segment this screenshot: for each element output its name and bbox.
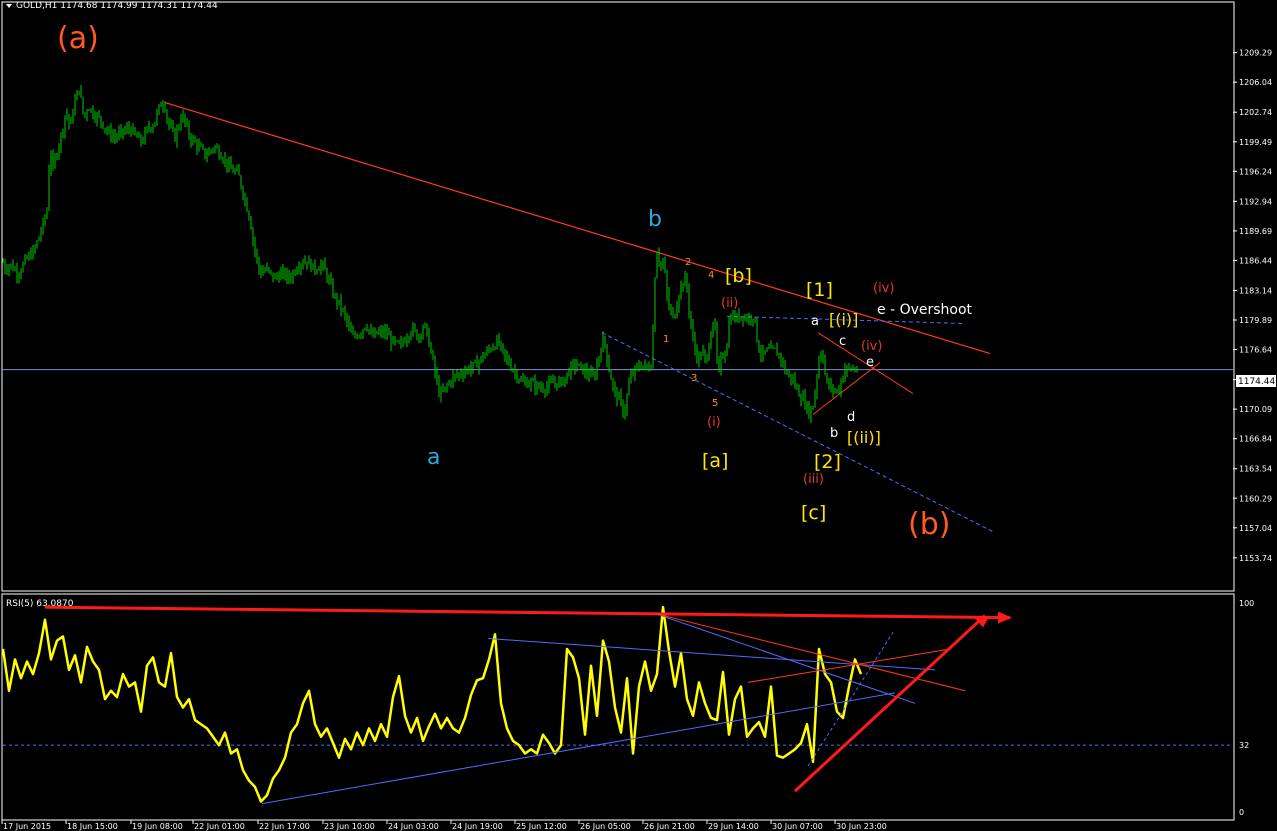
price-tick-label: 1206.04 (1239, 78, 1272, 87)
price-tick-label: 1189.69 (1239, 227, 1272, 236)
price-tick-label: 1153.74 (1239, 554, 1272, 563)
rsi-red-down-trend (654, 612, 966, 692)
time-tick-label: 29 Jun 14:00 (708, 822, 759, 831)
wave-iv-red-mid: (iv) (861, 339, 882, 354)
rsi-line (1, 605, 863, 803)
wave-iv-red-top: (iv) (873, 281, 894, 296)
current-price-label: 1174.44 (1238, 377, 1275, 387)
rsi-frame (1, 593, 1235, 821)
price-tick-label: 1183.14 (1239, 286, 1272, 295)
overshoot-label: e - Overshoot (877, 302, 973, 318)
wave-num-3: 3 (691, 373, 697, 384)
wave-i-red: (i) (707, 415, 721, 430)
wave-b-white: b (830, 426, 838, 441)
price-tick-label: 1192.94 (1239, 197, 1272, 206)
rsi-tick-label: 32 (1239, 741, 1249, 750)
wave-i-bracket: [(i)] (829, 310, 858, 329)
rsi-tick-label: 0 (1239, 808, 1244, 817)
time-tick-label: 18 Jun 15:00 (67, 822, 118, 831)
wave-num-4: 4 (708, 270, 714, 281)
time-tick-label: 22 Jun 01:00 (194, 822, 245, 831)
time-tick-label: 30 Jun 23:00 (836, 822, 887, 831)
price-tick-label: 1199.49 (1239, 138, 1272, 147)
rsi-blue-upper-trend (487, 638, 936, 671)
rsi-red-long-trend (44, 605, 1011, 620)
price-tick-label: 1166.84 (1239, 435, 1272, 444)
price-tick-label: 1202.74 (1239, 108, 1272, 117)
wave-a-cyan: a (427, 445, 440, 470)
time-tick-label: 24 Jun 03:00 (388, 822, 439, 831)
price-tick-label: 1179.89 (1239, 316, 1272, 325)
chart-menu-icon[interactable] (6, 4, 12, 8)
price-tick-label: 1170.09 (1239, 405, 1272, 414)
wave-d-white: d (847, 410, 855, 425)
lower-blue-channel (601, 332, 996, 534)
rsi-red-arrow-shaft (793, 614, 987, 793)
wave-a-white: a (811, 314, 819, 329)
wave-ii-bracket: [(ii)] (847, 428, 881, 447)
main-chart-frame (1, 1, 1235, 592)
time-tick-label: 25 Jun 12:00 (516, 822, 567, 831)
price-tick-label: 1176.64 (1239, 346, 1272, 355)
wave-iii-red: (iii) (803, 472, 824, 487)
wave-c-bracket: [c] (801, 502, 826, 524)
wave-num-1: 1 (663, 334, 669, 345)
upper-red-trendline (164, 101, 991, 355)
wave-1-bracket: [1] (806, 279, 833, 301)
price-tick-label: 1160.29 (1239, 494, 1272, 503)
time-tick-label: 26 Jun 05:00 (580, 822, 631, 831)
time-tick-label: 24 Jun 19:00 (452, 822, 503, 831)
chart-canvas: GOLD,H1 1174.68 1174.99 1174.31 1174.44 … (1, 1, 1276, 831)
symbol-info: GOLD,H1 1174.68 1174.99 1174.31 1174.44 (16, 1, 218, 11)
wave-c-white: c (839, 334, 846, 349)
price-tick-label: 1163.54 (1239, 465, 1272, 474)
wave-ii-red: (ii) (721, 296, 738, 311)
rsi-red-arrow-head-1 (998, 611, 1012, 624)
time-tick-label: 23 Jun 10:00 (324, 822, 375, 831)
wave-num-2: 2 (685, 257, 691, 268)
wave-a-bracket: [a] (702, 450, 728, 472)
price-tick-label: 1196.24 (1239, 167, 1272, 176)
price-tick-label: 1157.04 (1239, 524, 1272, 533)
wave-e-white: e (866, 355, 874, 370)
time-tick-label: 26 Jun 21:00 (644, 822, 695, 831)
time-tick-label: 22 Jun 17:00 (259, 822, 310, 831)
wave-2-bracket: [2] (814, 451, 841, 473)
wave-a-paren: (a) (57, 21, 99, 56)
price-tick-label: 1186.44 (1239, 256, 1272, 265)
wave-b-paren: (b) (908, 507, 950, 542)
wave-b-cyan: b (648, 207, 662, 232)
time-tick-label: 19 Jun 08:00 (132, 822, 183, 831)
wave-b-bracket: [b] (725, 265, 752, 287)
time-tick-label: 30 Jun 07:00 (772, 822, 823, 831)
wave-num-5: 5 (712, 398, 718, 409)
rsi-tick-label: 100 (1239, 599, 1254, 608)
time-tick-label: 17 Jun 2015 (3, 822, 51, 831)
price-tick-label: 1209.29 (1239, 49, 1272, 58)
